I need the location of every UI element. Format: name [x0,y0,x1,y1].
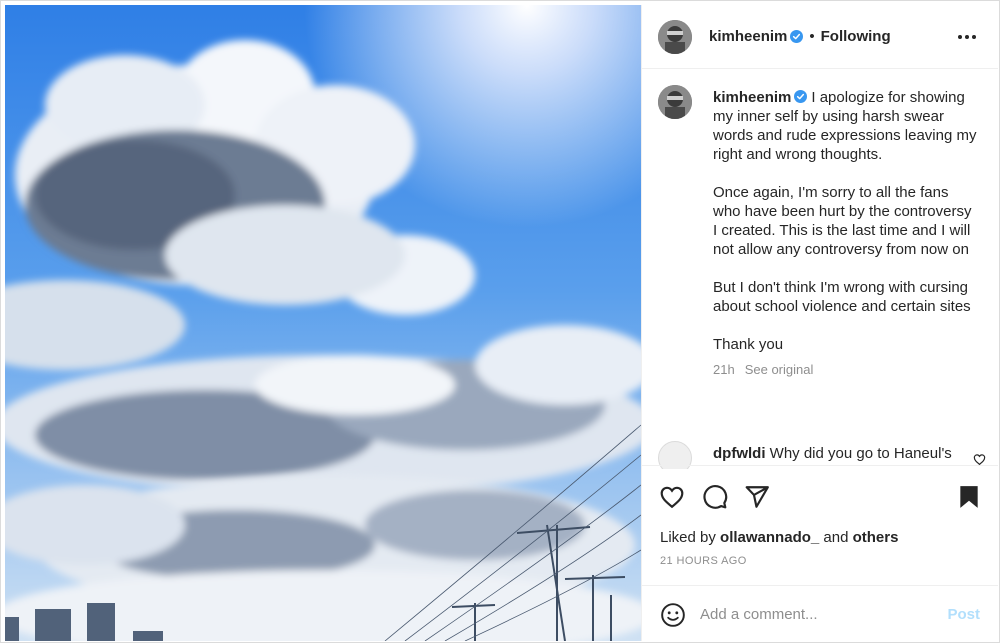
commenter-username[interactable]: dpfwldi [713,445,766,462]
following-button[interactable]: Following [821,28,891,45]
caption-avatar[interactable] [658,85,692,119]
heart-icon[interactable] [659,484,685,510]
likes-line: Liked by ollawannado_ and others [660,529,898,546]
header-user-block: kimheenim • Following [709,28,891,45]
side-panel: kimheenim • Following kimheenim I apolog… [641,5,998,641]
comment-input[interactable] [700,601,930,627]
comment-text-line: dpfwldi Why did you go to Haneul's [713,445,952,462]
header-username[interactable]: kimheenim [709,28,787,45]
verified-badge-icon [794,90,808,103]
caption-paragraph-2: Once again, I'm sorry to all the fans wh… [713,184,972,258]
post-timestamp[interactable]: 21 HOURS AGO [660,555,747,567]
caption-paragraph: kimheenim I apologize for showing my inne… [713,88,978,164]
emoji-icon[interactable] [660,602,686,628]
post-comment-button[interactable]: Post [947,606,980,623]
comment-icon[interactable] [702,484,728,510]
liked-prefix: Liked by [660,529,716,546]
avatar-image [658,85,692,119]
action-bar: Liked by ollawannado_ and others 21 HOUR… [642,465,998,585]
see-original-link[interactable]: See original [745,362,814,377]
share-icon[interactable] [744,484,770,510]
liked-user-link[interactable]: ollawannado_ [720,529,819,546]
liked-and: and [823,529,849,546]
verified-badge-icon [790,30,804,43]
bookmark-icon[interactable] [956,484,982,510]
comment-composer: Post [642,585,998,641]
post-photo[interactable] [5,5,641,641]
post-dialog: kimheenim • Following kimheenim I apolog… [0,0,1000,643]
liked-others-link[interactable]: others [853,529,899,546]
avatar-image [658,19,692,54]
sky-photo-image [5,5,641,641]
more-options-icon[interactable] [956,27,978,47]
caption-meta: 21h See original [713,360,978,379]
caption-text: kimheenim I apologize for showing my inne… [713,88,978,379]
caption-paragraph-3: But I don't think I'm wrong with cursing… [713,279,971,315]
caption-paragraph-4: Thank you [713,336,784,353]
caption-age[interactable]: 21h [713,362,735,377]
separator-dot: • [809,28,815,45]
comment-text: Why did you go to Haneul's [769,445,952,462]
caption-username[interactable]: kimheenim [713,89,791,106]
post-header: kimheenim • Following [642,5,998,69]
author-avatar[interactable] [658,19,692,54]
